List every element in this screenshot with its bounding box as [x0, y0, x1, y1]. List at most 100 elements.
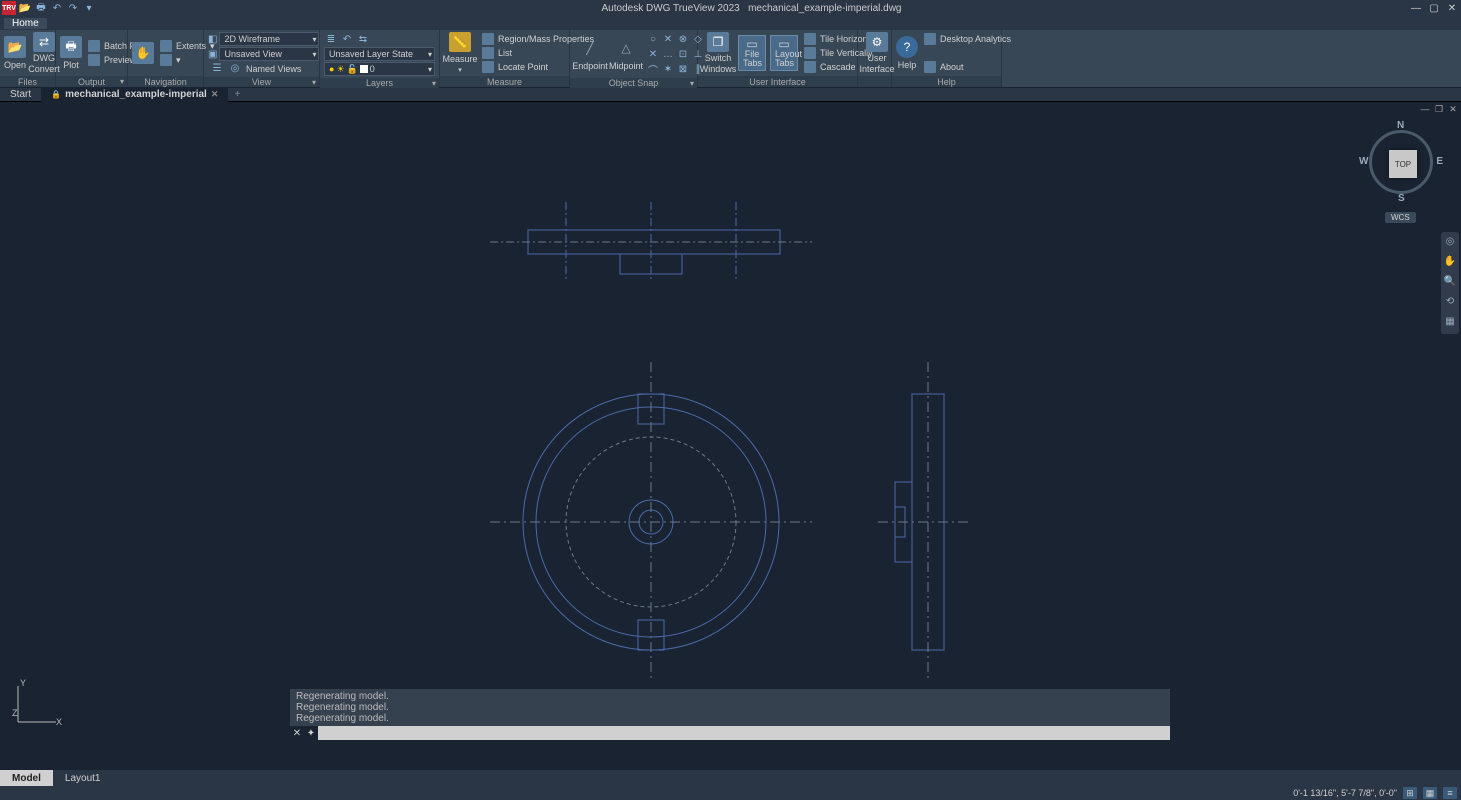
visual-style-icon: ◧ [208, 32, 217, 46]
command-history: Regenerating model. Regenerating model. … [290, 689, 1170, 726]
tab-add-button[interactable]: + [228, 89, 246, 100]
ucs-z-label: Z [12, 708, 18, 718]
command-line-area: Regenerating model. Regenerating model. … [290, 689, 1170, 740]
panel-label-navigation: Navigation [128, 76, 203, 87]
tab-model[interactable]: Model [0, 770, 53, 786]
layer-lock-icon: 🔓 [347, 64, 358, 75]
open-button[interactable]: 📂 Open [4, 32, 26, 74]
switch-windows-button[interactable]: ❐ Switch Windows [702, 32, 734, 74]
list-icon [482, 47, 494, 59]
panel-output: 🖶 Plot Batch Plot Preview Output▾ [56, 30, 128, 87]
menu-bar: Home [0, 16, 1461, 30]
maximize-button[interactable]: ▢ [1425, 0, 1443, 16]
osnap-near-icon[interactable]: ✶ [661, 62, 675, 76]
windows-icon: ❐ [707, 32, 729, 52]
user-interface-button[interactable]: ⚙ User Interface [862, 32, 892, 74]
measure-button[interactable]: 📏 Measure ▾ [444, 32, 476, 74]
status-grid-icon[interactable]: ⊞ [1403, 787, 1417, 799]
panel-label-files: Files [0, 76, 55, 87]
named-views-button[interactable]: ☰◎Named Views [208, 62, 315, 75]
midpoint-button[interactable]: △ Midpoint [610, 33, 642, 75]
view-dropdown[interactable]: Unsaved View [219, 47, 319, 61]
tab-start[interactable]: Start [0, 88, 41, 102]
minimize-button[interactable]: — [1407, 0, 1425, 16]
qat-open-icon[interactable]: 📂 [18, 1, 32, 15]
osnap-app-icon[interactable]: ⊠ [676, 62, 690, 76]
cmd-handle-icon[interactable]: ✦ [304, 728, 318, 739]
osnap-ext-icon[interactable]: … [661, 47, 675, 61]
panel-label-osnap: Object Snap▾ [570, 78, 697, 88]
qat-plot-icon[interactable]: 🖶 [34, 1, 48, 15]
help-button[interactable]: ? Help [896, 32, 918, 74]
panel-label-ui: User Interface [698, 76, 857, 87]
layer-prev-icon[interactable]: ↶ [340, 32, 354, 46]
printer-icon: 🖶 [60, 36, 82, 58]
qat-dropdown-icon[interactable]: ▾ [82, 1, 96, 15]
layer-state-dropdown[interactable]: Unsaved Layer State [324, 47, 435, 61]
title-text: Autodesk DWG TrueView 2023 mechanical_ex… [96, 3, 1407, 14]
panel-label-help: Help [892, 76, 1001, 87]
cmd-close-button[interactable]: ✕ [290, 728, 304, 739]
panel-navigation: ✋ Extents ▾ ▾ Navigation [128, 30, 204, 87]
preview-icon [88, 54, 100, 66]
osnap-int-icon[interactable]: ✕ [646, 47, 660, 61]
view-icon: ▣ [208, 47, 217, 61]
ucs-icon: Y X Z [12, 678, 62, 728]
panel-ui: ❐ Switch Windows ▭ File Tabs ▭ LayoutTab… [698, 30, 858, 87]
panel-label-output: Output▾ [56, 76, 127, 87]
view-mgr-icon: ◎ [228, 62, 242, 76]
file-tabs-bar: Start 🔒 mechanical_example-imperial ✕ + [0, 88, 1461, 102]
panel-measure: 📏 Measure ▾ Region/Mass Properties List … [440, 30, 570, 87]
osnap-ins-icon[interactable]: ⊡ [676, 47, 690, 61]
ui-gear-icon: ⚙ [866, 32, 888, 52]
desktop-analytics-button[interactable]: Desktop Analytics [922, 33, 1013, 46]
layout-tabs-toggle[interactable]: ▭ LayoutTabs [770, 35, 798, 71]
batch-icon [88, 40, 100, 52]
app-icon[interactable]: TRV [2, 1, 16, 15]
endpoint-button[interactable]: ╱ Endpoint [574, 33, 606, 75]
osnap-tan-icon[interactable]: ⌒ [646, 62, 660, 76]
status-bar: 0'-1 13/16", 5'-7 7/8", 0'-0" ⊞ ▦ ≡ [0, 786, 1461, 800]
named-views-icon: ☰ [210, 62, 224, 76]
qat-undo-icon[interactable]: ↶ [50, 1, 64, 15]
tab-layout1[interactable]: Layout1 [53, 770, 113, 786]
layer-on-icon: ● [329, 64, 334, 74]
layer-walk-icon[interactable]: ⇆ [356, 32, 370, 46]
status-snap-icon[interactable]: ▦ [1423, 787, 1437, 799]
cmd-recent-button[interactable]: ▴ [1158, 726, 1170, 740]
locate-icon [482, 61, 494, 73]
layer-color-icon [360, 65, 368, 73]
menu-home[interactable]: Home [4, 18, 47, 29]
visual-style-dropdown[interactable]: 2D Wireframe [219, 32, 319, 46]
panel-label-measure: Measure [440, 76, 569, 87]
midpoint-icon: △ [615, 37, 637, 59]
help-icon: ? [896, 36, 918, 58]
qat-redo-icon[interactable]: ↷ [66, 1, 80, 15]
close-button[interactable]: ✕ [1443, 0, 1461, 16]
status-customize-icon[interactable]: ≡ [1443, 787, 1457, 799]
cascade-icon [804, 61, 816, 73]
tab-current-file[interactable]: 🔒 mechanical_example-imperial ✕ [41, 88, 228, 102]
convert-icon: ⇄ [33, 32, 55, 52]
panel-osnap: ╱ Endpoint △ Midpoint ○ ✕ ⊗ ◇ ✕ … ⊡ ⊥ ⌒ … [570, 30, 698, 87]
osnap-gcenter-icon[interactable]: ✕ [661, 32, 675, 46]
osnap-center-icon[interactable]: ○ [646, 32, 660, 46]
ucs-y-label: Y [20, 678, 26, 688]
coordinates-readout: 0'-1 13/16", 5'-7 7/8", 0'-0" [1293, 788, 1397, 798]
cmd-history-line: Regenerating model. [296, 702, 1164, 713]
ruler-icon: 📏 [449, 32, 471, 52]
osnap-node-icon[interactable]: ⊗ [676, 32, 690, 46]
file-tabs-toggle[interactable]: ▭ File Tabs [738, 35, 766, 71]
layer-current-dropdown[interactable]: ● ☀ 🔓 0 [324, 62, 435, 76]
cmd-history-line: Regenerating model. [296, 691, 1164, 702]
title-bar: TRV 📂 🖶 ↶ ↷ ▾ Autodesk DWG TrueView 2023… [0, 0, 1461, 16]
tab-close-icon[interactable]: ✕ [211, 89, 219, 100]
dwg-convert-button[interactable]: ⇄ DWG Convert [30, 32, 58, 74]
drawing-canvas[interactable]: — ❐ ✕ TOP N S E W WCS ◎ ✋ 🔍 ⟲ ▦ [0, 102, 1461, 770]
folder-open-icon: 📂 [4, 36, 26, 58]
plot-button[interactable]: 🖶 Plot [60, 32, 82, 74]
layer-prop-icon[interactable]: ≣ [324, 32, 338, 46]
command-input[interactable] [318, 726, 1158, 740]
about-button[interactable]: About [922, 61, 1013, 74]
pan-button[interactable]: ✋ [132, 32, 154, 74]
